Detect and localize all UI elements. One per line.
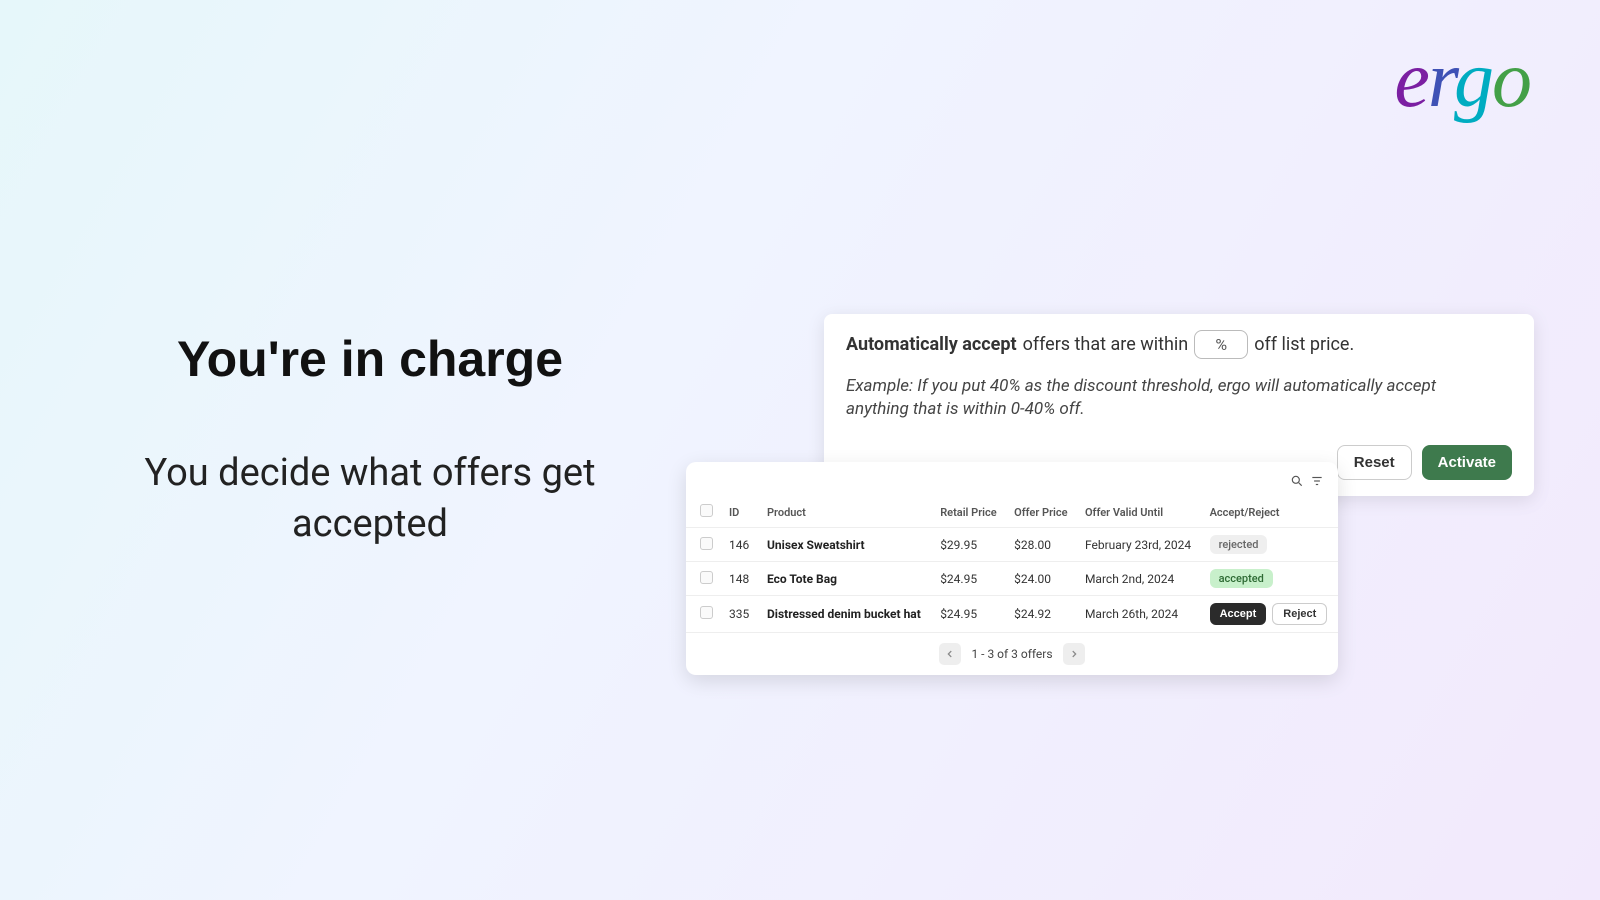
logo-char-4: o	[1492, 36, 1530, 124]
row-actions: AcceptReject	[1210, 603, 1330, 625]
cell-offer: $24.00	[1006, 562, 1077, 596]
cell-action: rejected	[1202, 528, 1338, 562]
col-retail[interactable]: Retail Price	[932, 497, 1006, 528]
row-checkbox[interactable]	[700, 606, 713, 619]
logo-char-3: g	[1454, 36, 1492, 124]
col-until[interactable]: Offer Valid Until	[1077, 497, 1202, 528]
auto-accept-suffix: off list price.	[1254, 334, 1354, 355]
search-icon[interactable]	[1290, 474, 1304, 491]
offers-table: ID Product Retail Price Offer Price Offe…	[686, 497, 1338, 633]
col-id[interactable]: ID	[721, 497, 759, 528]
cell-retail: $24.95	[932, 596, 1006, 633]
pager: 1 - 3 of 3 offers	[686, 633, 1338, 669]
discount-percent-input[interactable]: %	[1194, 330, 1248, 359]
row-checkbox[interactable]	[700, 571, 713, 584]
col-offer[interactable]: Offer Price	[1006, 497, 1077, 528]
cell-until: March 26th, 2024	[1077, 596, 1202, 633]
cell-id: 335	[721, 596, 759, 633]
cell-product: Eco Tote Bag	[759, 562, 932, 596]
cell-id: 146	[721, 528, 759, 562]
pager-next-button[interactable]	[1063, 643, 1085, 665]
auto-accept-text: offers that are within	[1023, 334, 1189, 355]
col-action: Accept/Reject	[1202, 497, 1338, 528]
col-product[interactable]: Product	[759, 497, 932, 528]
page-title: You're in charge	[90, 330, 650, 388]
reset-button[interactable]: Reset	[1337, 445, 1412, 480]
table-row: 148Eco Tote Bag$24.95$24.00March 2nd, 20…	[686, 562, 1338, 596]
cell-product: Unisex Sweatshirt	[759, 528, 932, 562]
cell-offer: $24.92	[1006, 596, 1077, 633]
cell-retail: $29.95	[932, 528, 1006, 562]
row-checkbox[interactable]	[700, 537, 713, 550]
filter-icon[interactable]	[1310, 474, 1324, 491]
logo-char-1: e	[1394, 36, 1428, 124]
cell-until: March 2nd, 2024	[1077, 562, 1202, 596]
cell-retail: $24.95	[932, 562, 1006, 596]
cell-action: AcceptReject	[1202, 596, 1338, 633]
reject-button[interactable]: Reject	[1272, 603, 1327, 625]
auto-accept-example: Example: If you put 40% as the discount …	[846, 375, 1486, 421]
cell-offer: $28.00	[1006, 528, 1077, 562]
cell-product: Distressed denim bucket hat	[759, 596, 932, 633]
cell-until: February 23rd, 2024	[1077, 528, 1202, 562]
headline-block: You're in charge You decide what offers …	[90, 330, 650, 551]
pager-status: 1 - 3 of 3 offers	[971, 647, 1052, 661]
page-subtitle: You decide what offers get accepted	[90, 448, 650, 551]
pager-prev-button[interactable]	[939, 643, 961, 665]
offers-table-card: ID Product Retail Price Offer Price Offe…	[686, 462, 1338, 675]
auto-accept-bold-prefix: Automatically accept	[846, 334, 1017, 355]
auto-accept-setting-line: Automatically accept offers that are wit…	[846, 330, 1512, 359]
table-header-row: ID Product Retail Price Offer Price Offe…	[686, 497, 1338, 528]
status-badge-rejected: rejected	[1210, 535, 1268, 554]
accept-button[interactable]: Accept	[1210, 603, 1267, 625]
logo-char-2: r	[1428, 36, 1454, 124]
cell-id: 148	[721, 562, 759, 596]
table-row: 335Distressed denim bucket hat$24.95$24.…	[686, 596, 1338, 633]
activate-button[interactable]: Activate	[1422, 445, 1512, 480]
status-badge-accepted: accepted	[1210, 569, 1273, 588]
cell-action: accepted	[1202, 562, 1338, 596]
table-row: 146Unisex Sweatshirt$29.95$28.00February…	[686, 528, 1338, 562]
logo: ergo	[1394, 40, 1530, 120]
table-toolbar	[686, 470, 1338, 497]
select-all-checkbox[interactable]	[700, 504, 713, 517]
